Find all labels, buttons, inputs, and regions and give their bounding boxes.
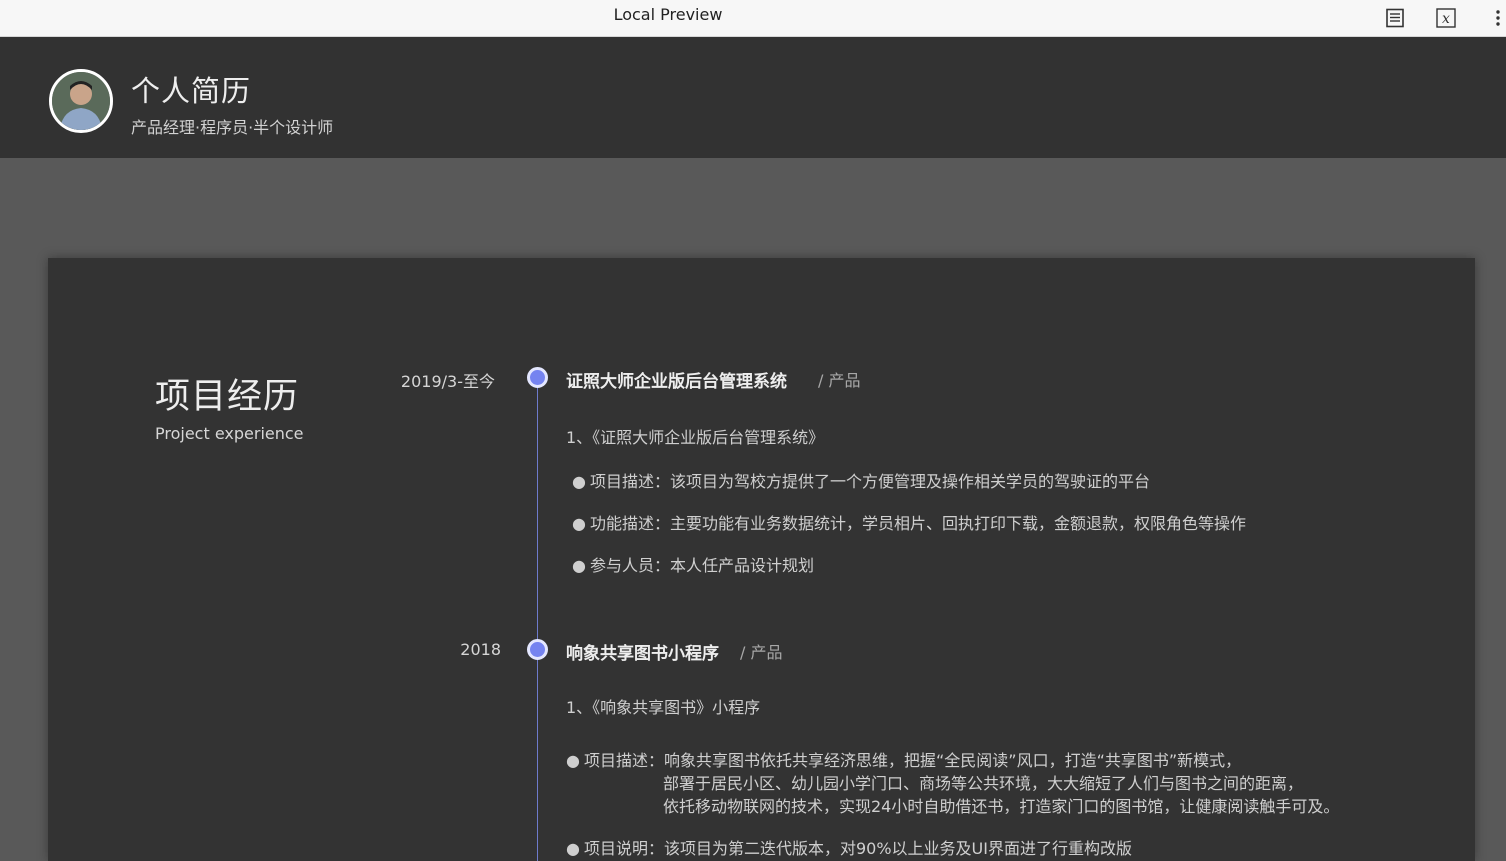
timeline-line [537, 376, 538, 861]
project-item-continuation: 依托移动物联网的技术，实现24小时自助借还书，打造家门口的图书馆，让健康阅读触手… [663, 797, 1340, 816]
project-experience-card: 项目经历 Project experience 2019/3-至今 证照大师企业… [48, 258, 1475, 861]
section-title: 项目经历 [155, 377, 300, 417]
section-subtitle: Project experience [155, 424, 304, 443]
project-item-text: 项目描述：该项目为驾校方提供了一个方便管理及操作相关学员的驾驶证的平台 [589, 472, 1150, 491]
project-item: ● 项目说明：该项目为第二迭代版本，对90%以上业务及UI界面进了行重构改版 [566, 839, 1132, 858]
project-name: 响象共享图书小程序 [566, 644, 719, 664]
project-item: ● 功能描述：主要功能有业务数据统计，学员相片、回执打印下载，金额退款，权限角色等… [572, 514, 1246, 533]
formula-icon[interactable]: x [1434, 6, 1458, 30]
project-item-text: 项目说明：该项目为第二迭代版本，对90%以上业务及UI界面进了行重构改版 [583, 839, 1132, 858]
resume-tagline: 产品经理·程序员·半个设计师 [131, 118, 334, 137]
resume-header: 个人简历 产品经理·程序员·半个设计师 [0, 37, 1506, 158]
window-titlebar: Local Preview x [0, 0, 1506, 37]
resume-name: 个人简历 [131, 74, 252, 108]
avatar [49, 69, 113, 133]
document-icon[interactable] [1383, 6, 1407, 30]
project-item: ● 参与人员：本人任产品设计规划 [572, 556, 814, 575]
more-vertical-icon[interactable] [1488, 6, 1506, 30]
project-item-continuation: 部署于居民小区、幼儿园小学门口、商场等公共环境，大大缩短了人们与图书之间的距离， [663, 774, 1304, 793]
window-title: Local Preview [613, 5, 723, 24]
svg-text:x: x [1442, 11, 1450, 27]
project-heading: 1、《证照大师企业版后台管理系统》 [566, 428, 825, 447]
project-item-text: 响象共享图书依托共享经济思维，把握“全民阅读”风口，打造“共享图书”新模式， [663, 751, 1242, 770]
project-name: 证照大师企业版后台管理系统 [566, 372, 787, 392]
project-item-text: 参与人员：本人任产品设计规划 [589, 556, 814, 575]
project-date: 2019/3-至今 [400, 372, 495, 391]
project-item-text: 功能描述：主要功能有业务数据统计，学员相片、回执打印下载，金额退款，权限角色等操… [589, 514, 1246, 533]
project-role: / 产品 [818, 371, 861, 390]
project-item: ● 项目描述：该项目为驾校方提供了一个方便管理及操作相关学员的驾驶证的平台 [572, 472, 1150, 491]
project-item: ● 项目描述：响象共享图书依托共享经济思维，把握“全民阅读”风口，打造“共享图书”… [566, 751, 1242, 770]
project-date: 2018 [460, 640, 501, 659]
timeline-dot [527, 367, 548, 388]
project-item-label: 项目描述： [583, 751, 664, 770]
project-heading: 1、《响象共享图书》小程序 [566, 698, 761, 717]
project-role: / 产品 [740, 643, 783, 662]
timeline-dot [527, 639, 548, 660]
